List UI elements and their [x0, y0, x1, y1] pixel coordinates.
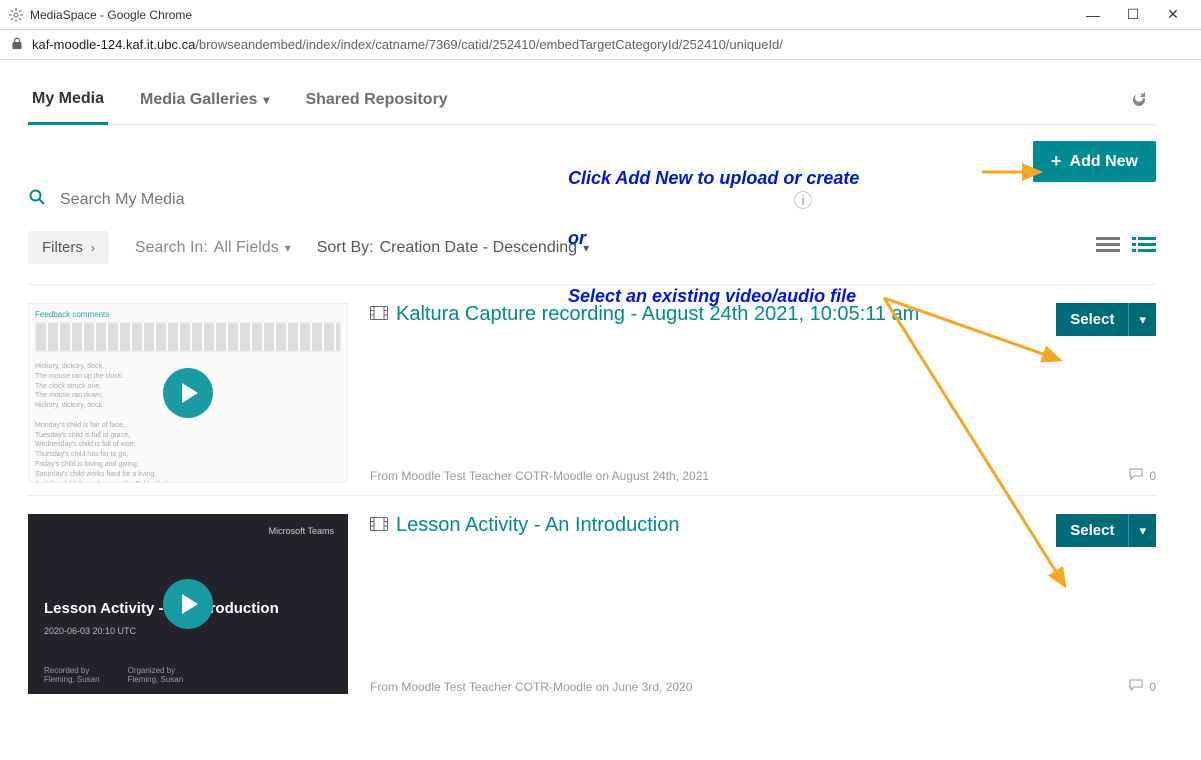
refresh-icon[interactable] — [1122, 83, 1156, 122]
play-icon[interactable] — [163, 368, 213, 418]
search-in-value: All Fields — [214, 239, 279, 257]
chevron-down-icon: ▾ — [1139, 312, 1146, 327]
media-title-link[interactable]: Kaltura Capture recording - August 24th … — [370, 303, 919, 326]
search-in-prefix: Search In: — [135, 239, 208, 257]
media-item: Microsoft Teams Lesson Activity - An Int… — [28, 495, 1156, 706]
search-in-dropdown[interactable]: Search In: All Fields ▾ — [135, 239, 291, 257]
add-new-label: Add New — [1070, 153, 1138, 171]
comment-count: 0 — [1149, 469, 1156, 483]
comment-icon — [1129, 468, 1143, 483]
chevron-down-icon: ▾ — [263, 93, 269, 107]
nav-tabs: My Media Media Galleries ▾ Shared Reposi… — [28, 80, 1156, 125]
window-title: MediaSpace - Google Chrome — [30, 8, 1073, 22]
select-caret-button[interactable]: ▾ — [1128, 303, 1156, 336]
search-icon — [28, 188, 46, 211]
thumb-footer: Recorded by Fleming, Susan Organized by … — [44, 666, 183, 684]
window-maximize[interactable]: ☐ — [1113, 6, 1153, 23]
filters-button[interactable]: Filters › — [28, 231, 109, 264]
view-detailed-icon[interactable] — [1132, 235, 1156, 261]
media-title-text: Lesson Activity - An Introduction — [396, 514, 680, 537]
media-item: Feedback comments Hickory, dickory, dock… — [28, 284, 1156, 495]
tab-shared-repository[interactable]: Shared Repository — [301, 81, 451, 123]
play-icon[interactable] — [163, 579, 213, 629]
chevron-down-icon: ▾ — [285, 241, 291, 255]
media-from-text: From Moodle Test Teacher COTR-Moodle on … — [370, 680, 692, 694]
chevron-down-icon: ▾ — [583, 241, 589, 255]
video-icon — [370, 304, 388, 325]
thumb-date: 2020-06-03 20:10 UTC — [44, 626, 136, 636]
media-comments[interactable]: 0 — [1129, 679, 1156, 694]
plus-icon: + — [1051, 151, 1062, 172]
media-title-text: Kaltura Capture recording - August 24th … — [396, 303, 919, 326]
url-host: kaf-moodle-124.kaf.it.ubc.ca — [32, 37, 195, 52]
tab-my-media[interactable]: My Media — [28, 80, 108, 125]
info-icon[interactable]: i — [794, 191, 812, 209]
media-comments[interactable]: 0 — [1129, 468, 1156, 483]
view-collapsed-icon[interactable] — [1096, 235, 1120, 261]
tab-media-galleries[interactable]: Media Galleries ▾ — [136, 81, 273, 123]
add-new-button[interactable]: + Add New — [1033, 141, 1156, 182]
window-minimize[interactable]: — — [1073, 7, 1113, 23]
thumb-title: Lesson Activity - An Introduction — [44, 600, 279, 617]
video-icon — [370, 515, 388, 536]
window-titlebar: MediaSpace - Google Chrome — ☐ ✕ — [0, 0, 1201, 30]
filters-label: Filters — [42, 239, 83, 256]
media-thumbnail[interactable]: Microsoft Teams Lesson Activity - An Int… — [28, 514, 348, 694]
window-close[interactable]: ✕ — [1153, 6, 1193, 23]
url-path: /browseandembed/index/index/catname/7369… — [195, 37, 783, 52]
tab-shared-repository-label: Shared Repository — [305, 91, 447, 109]
comment-icon — [1129, 679, 1143, 694]
lock-icon — [10, 36, 24, 53]
page-viewport[interactable]: My Media Media Galleries ▾ Shared Reposi… — [0, 60, 1201, 760]
comment-count: 0 — [1149, 680, 1156, 694]
media-title-link[interactable]: Lesson Activity - An Introduction — [370, 514, 680, 537]
sort-prefix: Sort By: — [317, 239, 374, 257]
address-bar[interactable]: kaf-moodle-124.kaf.it.ubc.ca /browseande… — [0, 30, 1201, 60]
sort-by-dropdown[interactable]: Sort By: Creation Date - Descending ▾ — [317, 239, 589, 257]
select-button[interactable]: Select — [1056, 514, 1128, 547]
tab-media-galleries-label: Media Galleries — [140, 91, 257, 109]
media-from-text: From Moodle Test Teacher COTR-Moodle on … — [370, 469, 709, 483]
tab-my-media-label: My Media — [32, 90, 104, 108]
search-input[interactable] — [60, 191, 780, 209]
sort-value: Creation Date - Descending — [380, 239, 577, 257]
select-button[interactable]: Select — [1056, 303, 1128, 336]
select-caret-button[interactable]: ▾ — [1128, 514, 1156, 547]
thumb-corner: Microsoft Teams — [269, 526, 334, 536]
chevron-down-icon: ▾ — [1139, 523, 1146, 538]
thumb-heading: Feedback comments — [35, 310, 109, 319]
media-thumbnail[interactable]: Feedback comments Hickory, dickory, dock… — [28, 303, 348, 483]
app-favicon — [8, 7, 24, 23]
chevron-right-icon: › — [91, 241, 95, 255]
thumb-toolbar — [35, 322, 341, 352]
